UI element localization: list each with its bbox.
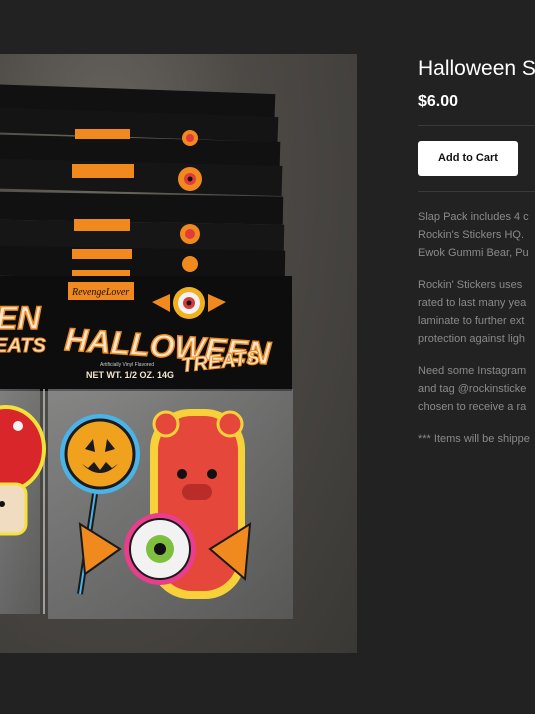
divider bbox=[418, 125, 535, 126]
description-line: Ewok Gummi Bear, Pu bbox=[418, 247, 529, 259]
svg-text:EATS: EATS bbox=[0, 335, 47, 357]
description-paragraph-2: Rockin' Stickers uses rated to last many… bbox=[418, 276, 535, 348]
svg-text:NET WT. 1/2 OZ. 14G: NET WT. 1/2 OZ. 14G bbox=[86, 370, 174, 380]
description-line: chosen to receive a ra bbox=[418, 401, 527, 413]
front-pack-header: RevengeLover HALLOWEEN TREATS Artificial… bbox=[52, 276, 292, 391]
svg-text:EN: EN bbox=[0, 300, 41, 336]
description-line: Slap Pack includes 4 c bbox=[418, 211, 529, 223]
svg-text:RevengeLover: RevengeLover bbox=[71, 287, 129, 298]
description-paragraph-3: Need some Instagram and tag @rockinstick… bbox=[418, 362, 535, 416]
product-price: $6.00 bbox=[418, 93, 459, 110]
stacked-pack-headers bbox=[0, 84, 287, 306]
description-line: laminate to further ext bbox=[418, 315, 525, 327]
description-line: *** Items will be shippe bbox=[418, 433, 530, 445]
left-pack-header: EN EATS bbox=[0, 276, 52, 391]
divider bbox=[418, 191, 535, 192]
description-line: Rockin's Stickers HQ. bbox=[418, 229, 525, 241]
description-line: Rockin' Stickers uses bbox=[418, 279, 523, 291]
add-to-cart-button[interactable]: Add to Cart bbox=[418, 141, 518, 176]
clear-bags bbox=[0, 389, 293, 619]
description-line: Need some Instagram bbox=[418, 365, 527, 377]
product-image[interactable]: RevengeLover HALLOWEEN TREATS Artificial… bbox=[0, 54, 357, 653]
product-description: Slap Pack includes 4 c Rockin's Stickers… bbox=[418, 208, 535, 448]
product-title: Halloween S bbox=[418, 57, 535, 80]
product-page: RevengeLover HALLOWEEN TREATS Artificial… bbox=[0, 0, 535, 714]
product-details: Halloween S $6.00 Add to Cart Slap Pack … bbox=[418, 54, 535, 462]
description-line: protection against ligh bbox=[418, 333, 526, 345]
svg-text:Artificially Vinyl Flavored: Artificially Vinyl Flavored bbox=[100, 362, 154, 368]
description-line: rated to last many yea bbox=[418, 297, 527, 309]
description-line: and tag @rockinsticke bbox=[418, 383, 527, 395]
description-paragraph-1: Slap Pack includes 4 c Rockin's Stickers… bbox=[418, 208, 535, 262]
product-photo-illustration: RevengeLover HALLOWEEN TREATS Artificial… bbox=[0, 84, 293, 619]
description-paragraph-4: *** Items will be shippe bbox=[418, 430, 535, 448]
